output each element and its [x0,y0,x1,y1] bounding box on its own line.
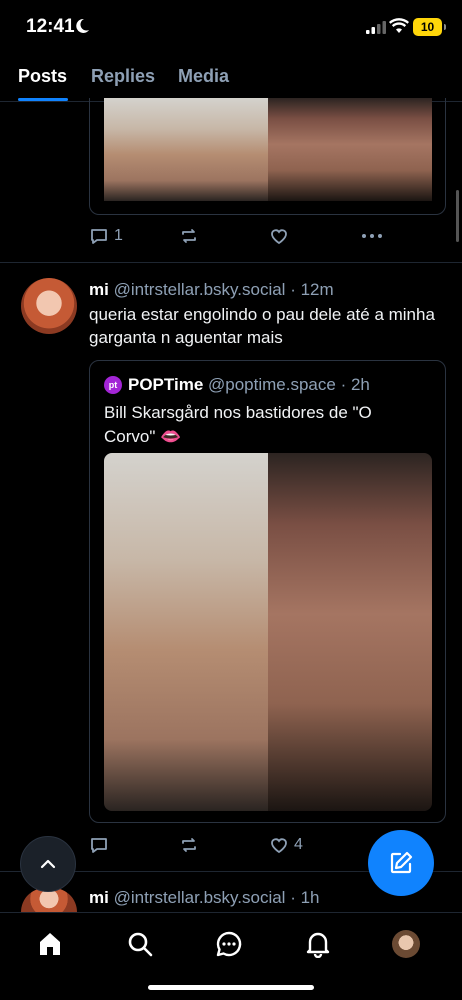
post-image[interactable] [268,453,432,811]
status-bar: 12:41 10 [0,0,462,54]
post-header: mi @intrstellar.bsky.social · 1h [89,888,320,908]
author-handle[interactable]: @intrstellar.bsky.social [114,280,286,299]
quote-image-grid [104,453,432,811]
repost-button[interactable] [179,835,199,855]
quote-time: · 2h [340,375,370,394]
quote-author-name: POPTime [128,375,204,394]
post-image[interactable] [104,98,268,201]
quote-text: Bill Skarsgård nos bastidores de "O Corv… [104,403,372,446]
signal-icon [366,21,386,34]
quoted-post[interactable]: pt POPTime @poptime.space · 2h Bill Skar… [89,360,446,823]
author-handle[interactable]: @intrstellar.bsky.social [114,888,286,907]
nav-home[interactable] [35,929,65,959]
bell-icon [306,932,330,958]
post-image[interactable] [268,98,432,201]
like-button[interactable]: 4 [269,835,303,855]
quote-avatar: pt [104,376,122,394]
chat-icon [216,931,242,957]
previous-post-embed[interactable] [89,98,446,215]
tab-posts[interactable]: Posts [18,66,67,87]
nav-profile[interactable] [391,929,421,959]
chevron-up-icon [40,859,56,869]
search-icon [128,932,153,957]
nav-search[interactable] [125,929,155,959]
active-tab-indicator [18,98,68,101]
battery-indicator: 10 [413,18,446,36]
more-icon [362,234,382,238]
post-image[interactable] [104,453,268,811]
compose-icon [390,851,413,874]
author-name[interactable]: mi [89,888,109,907]
reply-count: 1 [114,227,123,244]
status-time: 12:41 [26,16,75,37]
tab-replies[interactable]: Replies [91,66,155,87]
home-indicator [148,985,314,990]
quote-author-handle: @poptime.space [208,375,336,394]
home-icon [40,933,60,955]
reply-icon [91,229,107,244]
reply-icon [91,838,107,853]
compose-button[interactable] [368,830,434,896]
quote-header: POPTime @poptime.space · 2h [128,375,370,395]
post-time: · 1h [290,888,320,907]
post-actions: 4 [89,835,389,857]
profile-avatar [392,930,420,958]
repost-icon [182,838,196,852]
avatar[interactable] [21,278,77,334]
repost-icon [182,229,196,243]
heart-icon [271,229,287,245]
like-count: 4 [294,836,303,853]
previous-post-actions: 1 [89,226,389,248]
repost-button[interactable] [179,226,199,246]
heart-icon [271,838,287,854]
nav-notifications[interactable] [303,929,333,959]
post-header: mi @intrstellar.bsky.social · 12m [89,280,334,300]
like-button[interactable] [269,226,289,246]
more-button[interactable] [361,226,383,246]
scrollbar[interactable] [456,190,459,242]
profile-tabs: Posts Replies Media [0,54,462,102]
author-name[interactable]: mi [89,280,109,299]
post-text: queria estar engolindo o pau dele até a … [89,305,435,347]
reply-button[interactable]: 1 [89,226,123,246]
moon-icon [76,18,89,33]
post-time: · 12m [290,280,334,299]
scroll-to-top-button[interactable] [20,836,76,892]
reply-button[interactable] [89,835,114,855]
post-divider [0,262,462,263]
wifi-icon [389,18,409,33]
tab-media[interactable]: Media [178,66,229,87]
nav-chat[interactable] [214,929,244,959]
